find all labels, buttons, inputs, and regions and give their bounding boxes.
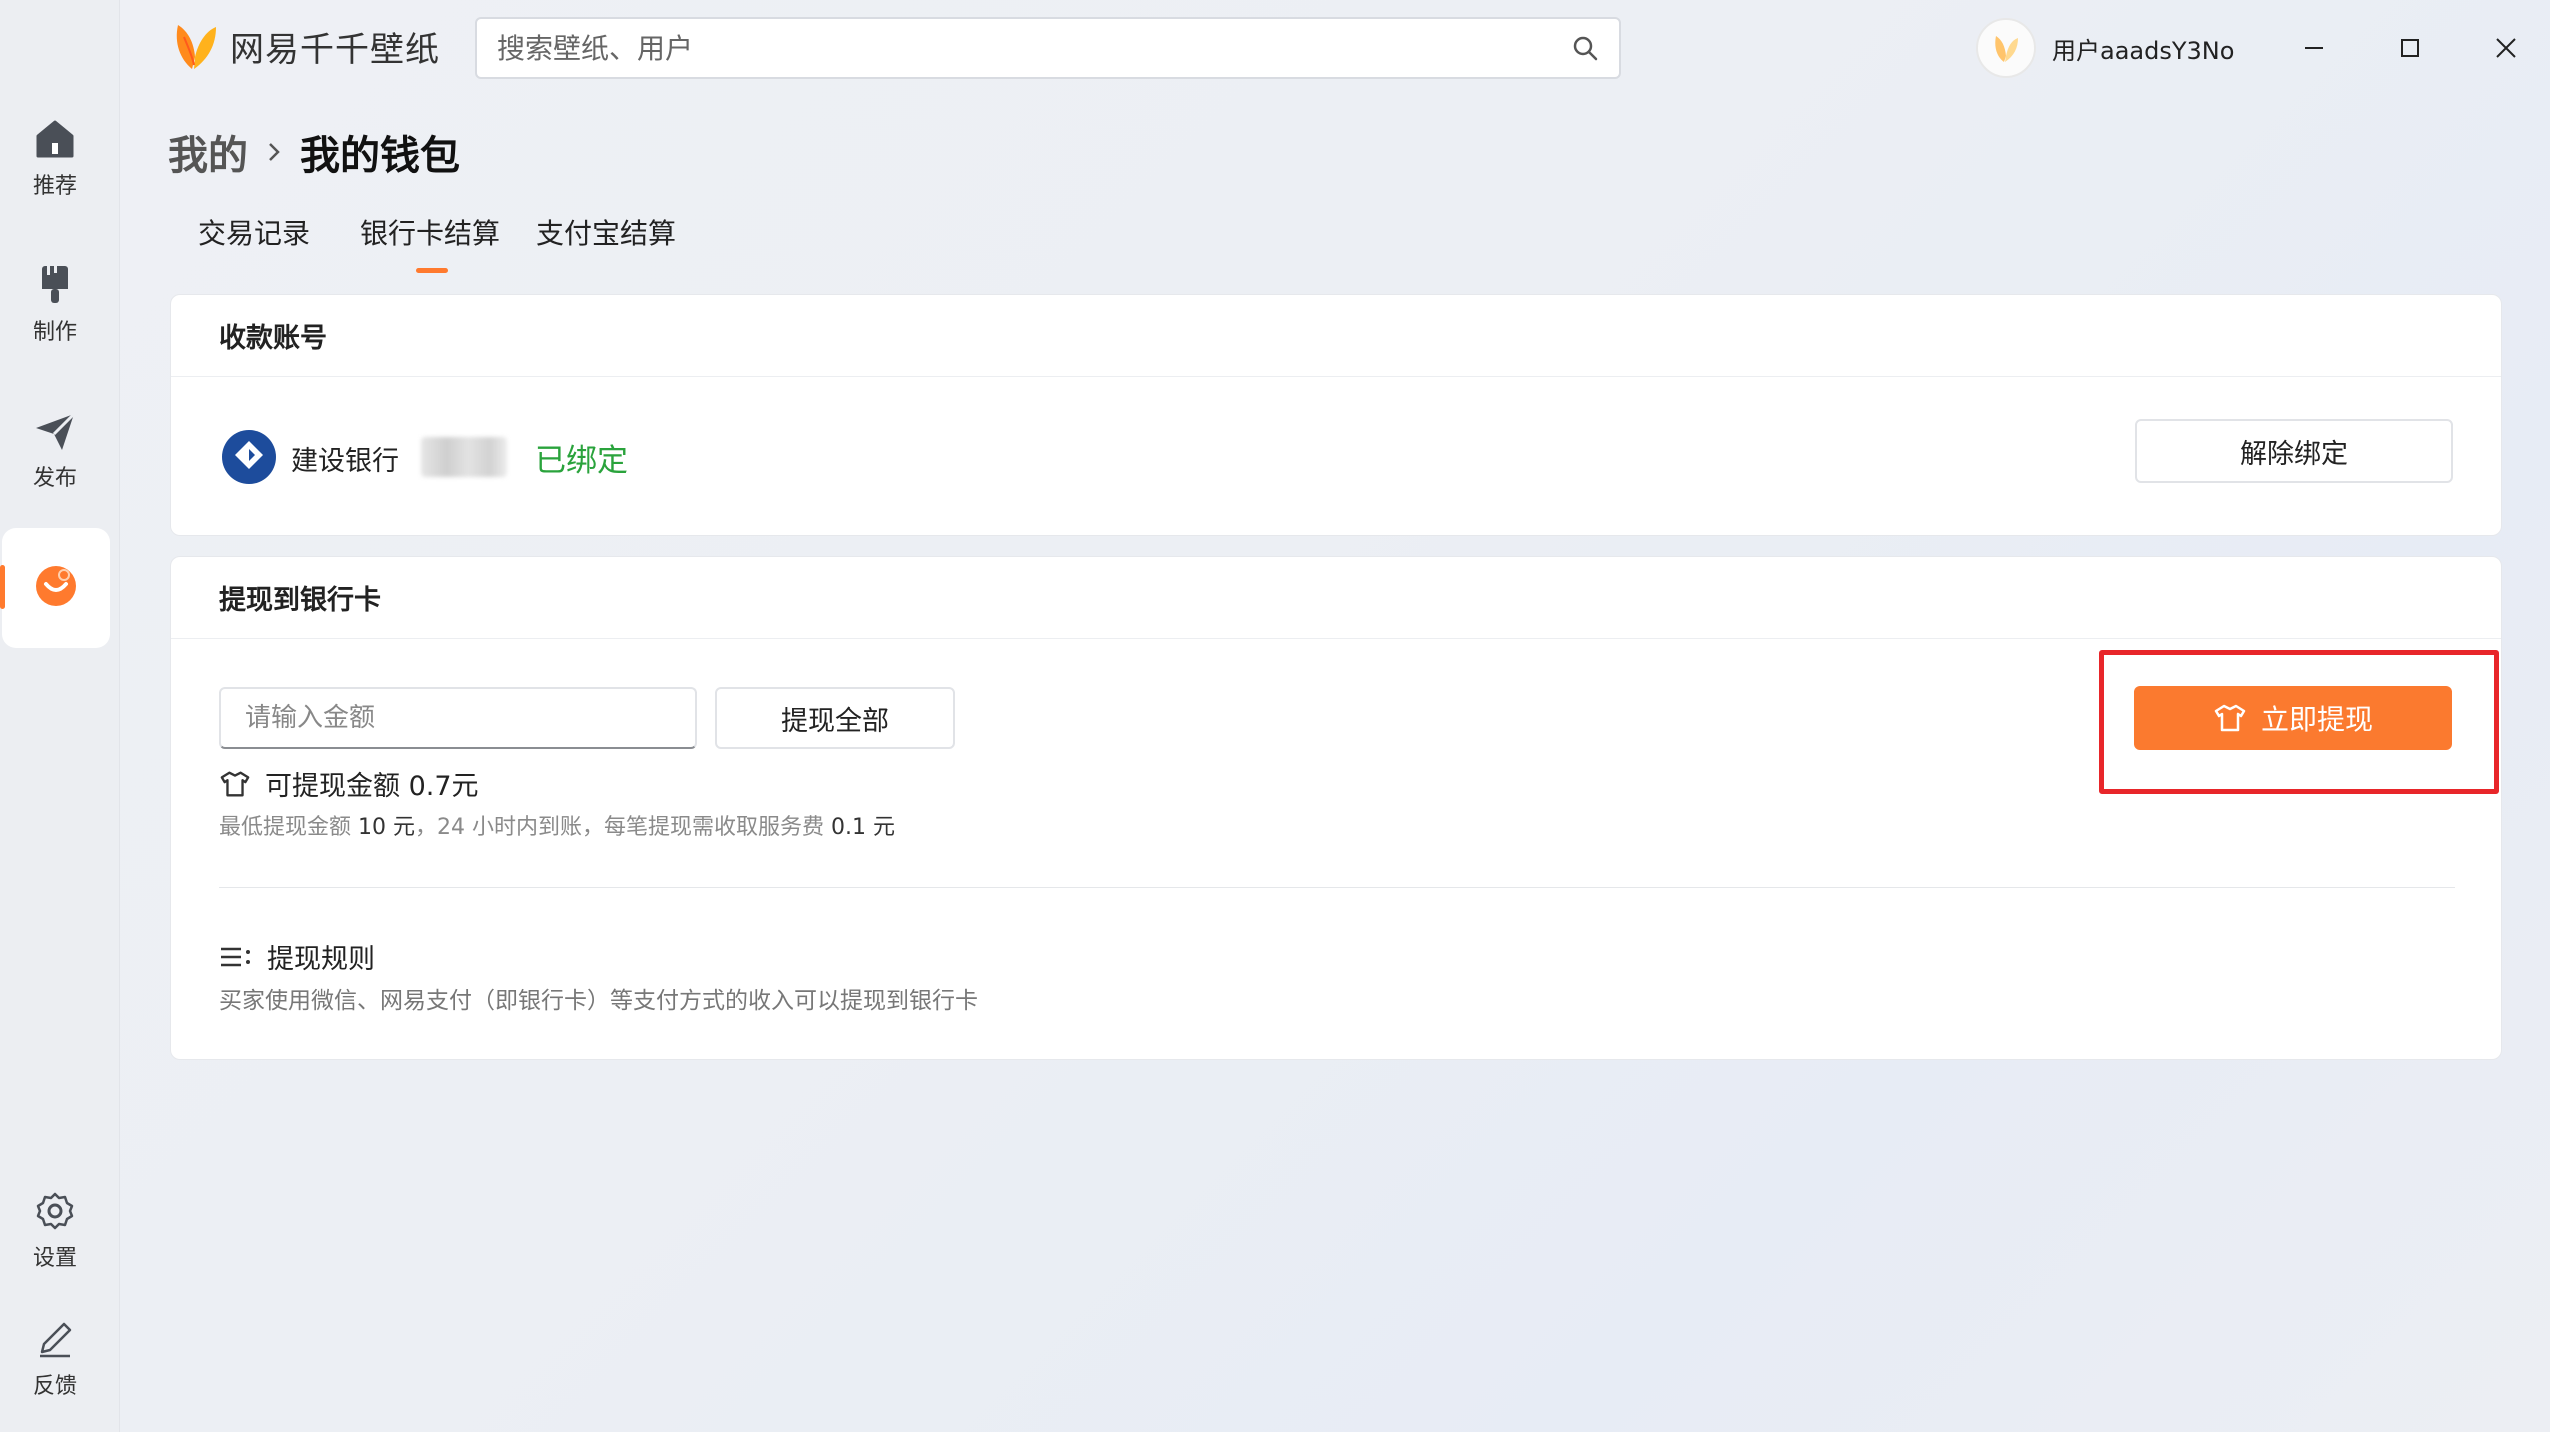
rules-title: 提现规则 — [219, 937, 375, 976]
maximize-button[interactable] — [2384, 22, 2436, 74]
available-amount-text: 可提现金额 0.7元 — [265, 771, 479, 802]
account-card: 收款账号 建设银行 已绑定 解除绑定 — [170, 294, 2502, 536]
bank-account-row: 建设银行 已绑定 解除绑定 — [171, 377, 2501, 537]
breadcrumb-parent[interactable]: 我的 — [168, 123, 248, 181]
withdraw-card: 提现到银行卡 提现全部 立即提现 可提现金额 0.7元 最低提现金额 10 元，… — [170, 556, 2502, 1060]
hint-middle: ，24 小时内到账，每笔提现需收取服务费 — [415, 815, 825, 840]
avatar[interactable] — [1976, 18, 2036, 78]
app-logo: 网易千千壁纸 — [170, 18, 440, 74]
minimize-button[interactable] — [2288, 22, 2340, 74]
sidebar-item-label: 设置 — [32, 1246, 77, 1271]
divider — [219, 887, 2455, 888]
sidebar-item-label: 推荐 — [32, 174, 77, 199]
page-title: 我的钱包 — [300, 133, 460, 179]
sidebar-item-label: 制作 — [32, 320, 77, 345]
rules-title-text: 提现规则 — [267, 944, 375, 975]
tab-bank-settlement[interactable]: 银行卡结算 — [360, 212, 500, 252]
withdraw-now-button[interactable]: 立即提现 — [2134, 686, 2452, 750]
user-name: 用户aaadsY3No — [2052, 36, 2235, 65]
sidebar-item-settings[interactable]: 设置 — [0, 1170, 110, 1290]
sidebar-active-indicator — [0, 565, 5, 609]
ccb-bank-logo-icon — [222, 430, 276, 484]
shirt-icon — [2214, 704, 2246, 732]
search-icon[interactable] — [1571, 34, 1599, 62]
withdraw-all-button[interactable]: 提现全部 — [715, 687, 955, 749]
withdraw-hint: 最低提现金额 10 元，24 小时内到账，每笔提现需收取服务费 0.1 元 — [219, 809, 895, 841]
withdraw-now-label: 立即提现 — [2260, 703, 2373, 736]
account-card-title: 收款账号 — [171, 295, 2501, 377]
pencil-icon — [40, 1322, 72, 1358]
search-input[interactable] — [497, 31, 1571, 65]
masked-card-number — [421, 437, 507, 477]
tab-alipay-settlement[interactable]: 支付宝结算 — [536, 212, 676, 252]
search-bar[interactable] — [475, 17, 1621, 79]
breadcrumb: 我的 我的钱包 — [168, 120, 460, 184]
profile-orange-icon — [36, 566, 76, 606]
hint-fee: 0.1 元 — [831, 815, 895, 840]
amount-input[interactable] — [219, 687, 697, 749]
close-button[interactable] — [2480, 22, 2532, 74]
rules-description: 买家使用微信、网易支付（即银行卡）等支付方式的收入可以提现到银行卡 — [219, 988, 978, 1014]
sidebar: 推荐 制作 发布 设置 反馈 — [0, 0, 120, 1432]
active-tab-indicator — [416, 268, 448, 273]
sidebar-item-label: 反馈 — [32, 1374, 77, 1399]
hint-min-amount: 10 元 — [358, 815, 416, 840]
sidebar-item-publish[interactable]: 发布 — [0, 390, 110, 510]
sidebar-item-label: 发布 — [32, 466, 77, 491]
brush-icon — [42, 266, 68, 303]
app-name: 网易千千壁纸 — [230, 29, 440, 70]
withdraw-card-title: 提现到银行卡 — [171, 557, 2501, 639]
minimize-icon — [2305, 47, 2323, 49]
available-amount: 可提现金额 0.7元 — [219, 764, 479, 803]
user-profile[interactable]: 用户aaadsY3No — [1976, 16, 2234, 80]
sidebar-item-recommend[interactable]: 推荐 — [0, 98, 110, 218]
hint-prefix: 最低提现金额 — [219, 815, 352, 840]
butterfly-logo-icon — [176, 25, 216, 69]
sidebar-item-create[interactable]: 制作 — [0, 244, 110, 364]
home-icon — [36, 120, 74, 158]
list-icon — [221, 947, 250, 966]
close-icon — [2496, 38, 2516, 58]
butterfly-avatar-icon — [1995, 36, 2018, 62]
shirt-icon — [220, 771, 250, 796]
unbind-button[interactable]: 解除绑定 — [2135, 419, 2453, 483]
chevron-right-icon — [264, 129, 284, 175]
tab-transactions[interactable]: 交易记录 — [198, 212, 310, 252]
gear-icon — [36, 1192, 74, 1230]
send-icon — [36, 412, 76, 450]
sidebar-item-feedback[interactable]: 反馈 — [0, 1298, 110, 1418]
maximize-icon — [2401, 39, 2419, 57]
bank-name: 建设银行 — [291, 446, 399, 477]
bound-status-text: 已绑定 — [535, 443, 628, 479]
sidebar-item-mine[interactable] — [2, 528, 110, 648]
